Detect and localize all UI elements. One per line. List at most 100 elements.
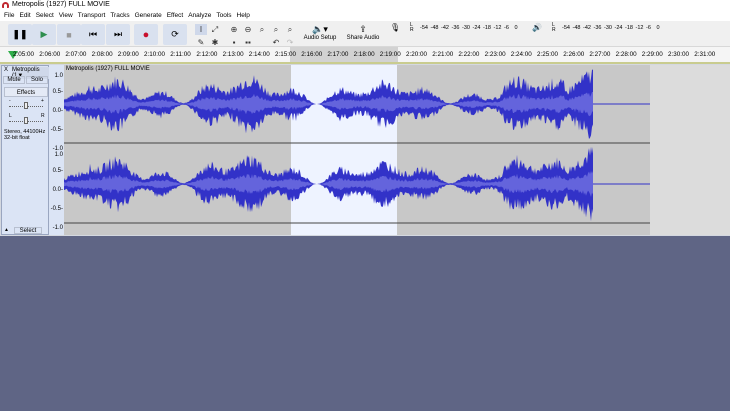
record-meter[interactable]: L R -54 -48 -42 -36 -30 -24 -18 -12 -6 0	[410, 22, 518, 33]
menu-edit[interactable]: Edit	[18, 10, 34, 21]
ruler-tick: 2:05:00	[13, 51, 35, 58]
waveform-display[interactable]	[64, 65, 650, 235]
ruler-tick: 2:17:00	[327, 51, 349, 58]
effects-button[interactable]: Effects	[4, 87, 48, 97]
record-button[interactable]: ●	[134, 24, 158, 45]
gain-slider-thumb[interactable]	[24, 102, 28, 109]
ruler-tick: 2:09:00	[117, 51, 139, 58]
scale-label: -0.5-	[50, 206, 63, 212]
menu-tracks[interactable]: Tracks	[109, 10, 133, 21]
meter-tick: -36	[593, 25, 602, 31]
meter-channel-label: R	[410, 27, 414, 33]
solo-button[interactable]: Solo	[26, 76, 48, 84]
menu-analyze[interactable]: Analyze	[187, 10, 215, 21]
audio-setup-button[interactable]: 🔈▾ Audio Setup	[300, 24, 340, 46]
meter-tick: -6	[646, 25, 651, 31]
clip-title[interactable]: Metropolis (1927) FULL MOVIE	[66, 66, 176, 74]
ruler-tick: 2:20:00	[406, 51, 428, 58]
zoom-in-icon[interactable]: ⊕	[228, 24, 240, 35]
audacity-logo-icon	[2, 2, 9, 8]
ruler-tick: 2:27:00	[589, 51, 611, 58]
scale-label: 0.5-	[52, 89, 63, 95]
meter-tick: -30	[604, 25, 612, 31]
audio-track: X Metropolis (1▼ Mute Solo Effects - + L…	[0, 64, 730, 236]
scale-label: 0.5-	[52, 168, 63, 174]
zoom-out-icon[interactable]: ⊖	[242, 24, 254, 35]
skip-end-button[interactable]: ⏭	[106, 24, 130, 45]
ruler-tick: 2:29:00	[641, 51, 663, 58]
ruler-tick: 2:12:00	[196, 51, 218, 58]
stop-button[interactable]: ■	[57, 24, 81, 45]
ruler-tick: 2:10:00	[144, 51, 166, 58]
share-audio-label: Share Audio	[346, 35, 380, 41]
fit-project-icon[interactable]: ⌕	[270, 24, 282, 35]
gain-min-label: -	[9, 98, 11, 104]
pan-slider-thumb[interactable]	[24, 117, 28, 124]
selection-tool-icon[interactable]: I	[195, 24, 207, 35]
speaker-icon: 🔈▾	[312, 24, 328, 34]
ruler-tick: 2:19:00	[379, 51, 401, 58]
meter-tick: -12	[493, 25, 502, 31]
envelope-tool-icon[interactable]: ⤢	[209, 24, 221, 35]
share-icon: ⇪	[359, 24, 367, 34]
meter-tick: -42	[583, 25, 591, 31]
meter-channel-label: R	[552, 27, 556, 33]
fit-selection-icon[interactable]: ⌕	[256, 24, 268, 35]
meter-tick: -30	[462, 25, 470, 31]
menu-bar: File Edit Select View Transport Tracks Generat…	[0, 10, 730, 21]
title-bar: Metropolis (1927) FULL MOVIE	[0, 0, 730, 10]
play-button[interactable]: ▶	[32, 24, 56, 45]
meter-tick: -12	[635, 25, 644, 31]
loop-button[interactable]: ⟳	[163, 24, 187, 45]
ruler-tick: 2:06:00	[39, 51, 61, 58]
ruler-tick: 2:11:00	[170, 51, 191, 58]
ruler-tick: 2:07:00	[65, 51, 87, 58]
menu-help[interactable]: Help	[236, 10, 254, 21]
track-bitdepth: 32-bit float	[4, 135, 30, 141]
ruler-tick: 2:13:00	[222, 51, 244, 58]
menu-generate[interactable]: Generate	[134, 10, 166, 21]
ruler-tick: 2:28:00	[615, 51, 637, 58]
menu-tools[interactable]: Tools	[215, 10, 235, 21]
scale-label: 1.0	[54, 152, 63, 158]
meter-tick: 0	[514, 25, 518, 31]
meter-tick: -48	[572, 25, 581, 31]
scale-label: -1.0	[52, 225, 63, 231]
playback-meter[interactable]: L R -54 -48 -42 -36 -30 -24 -18 -12 -6 0	[552, 22, 660, 33]
mute-button[interactable]: Mute	[3, 76, 25, 84]
ruler-tick: 2:18:00	[353, 51, 375, 58]
close-track-button[interactable]: X	[4, 67, 8, 73]
timeline-ruler[interactable]: 2:05:00 2:06:00 2:07:00 2:08:00 2:09:00 2:10:…	[0, 47, 730, 64]
amplitude-scale: 1.0 0.5- 0.0- -0.5- -1.0 1.0 0.5- 0.0- -0.5- -1.0	[49, 65, 64, 235]
scale-label: 1.0	[54, 73, 63, 79]
ruler-tick: 2:16:00	[301, 51, 323, 58]
pause-button[interactable]: ❚❚	[8, 24, 32, 45]
ruler-tick: 2:22:00	[458, 51, 480, 58]
audio-setup-label: Audio Setup	[303, 35, 337, 41]
menu-file[interactable]: File	[3, 10, 18, 21]
meter-tick: -36	[451, 25, 460, 31]
meter-tick: 0	[656, 25, 660, 31]
ruler-tick: 2:25:00	[537, 51, 559, 58]
select-track-button[interactable]: Select	[14, 227, 42, 234]
meter-tick: -42	[441, 25, 449, 31]
meter-tick: -18	[625, 25, 633, 31]
menu-transport[interactable]: Transport	[77, 10, 110, 21]
ruler-tick: 2:14:00	[248, 51, 270, 58]
playback-speaker-icon: 🔊	[532, 23, 542, 32]
ruler-tick: 2:15:00	[275, 51, 297, 58]
share-audio-button[interactable]: ⇪ Share Audio	[343, 24, 383, 46]
zoom-toggle-icon[interactable]: ⌕	[284, 24, 296, 35]
track-control-panel: X Metropolis (1▼ Mute Solo Effects - + L…	[1, 65, 50, 235]
menu-effect[interactable]: Effect	[166, 10, 188, 21]
menu-select[interactable]: Select	[35, 10, 58, 21]
window-title: Metropolis (1927) FULL MOVIE	[12, 1, 110, 8]
skip-start-button[interactable]: ⏮	[81, 24, 105, 45]
empty-track-area	[649, 65, 730, 235]
meter-tick: -18	[483, 25, 491, 31]
meter-tick: -48	[430, 25, 439, 31]
meter-tick: -24	[614, 25, 623, 31]
menu-view[interactable]: View	[58, 10, 77, 21]
collapse-button[interactable]: ▲	[4, 227, 9, 233]
meter-tick: -54	[562, 25, 570, 31]
